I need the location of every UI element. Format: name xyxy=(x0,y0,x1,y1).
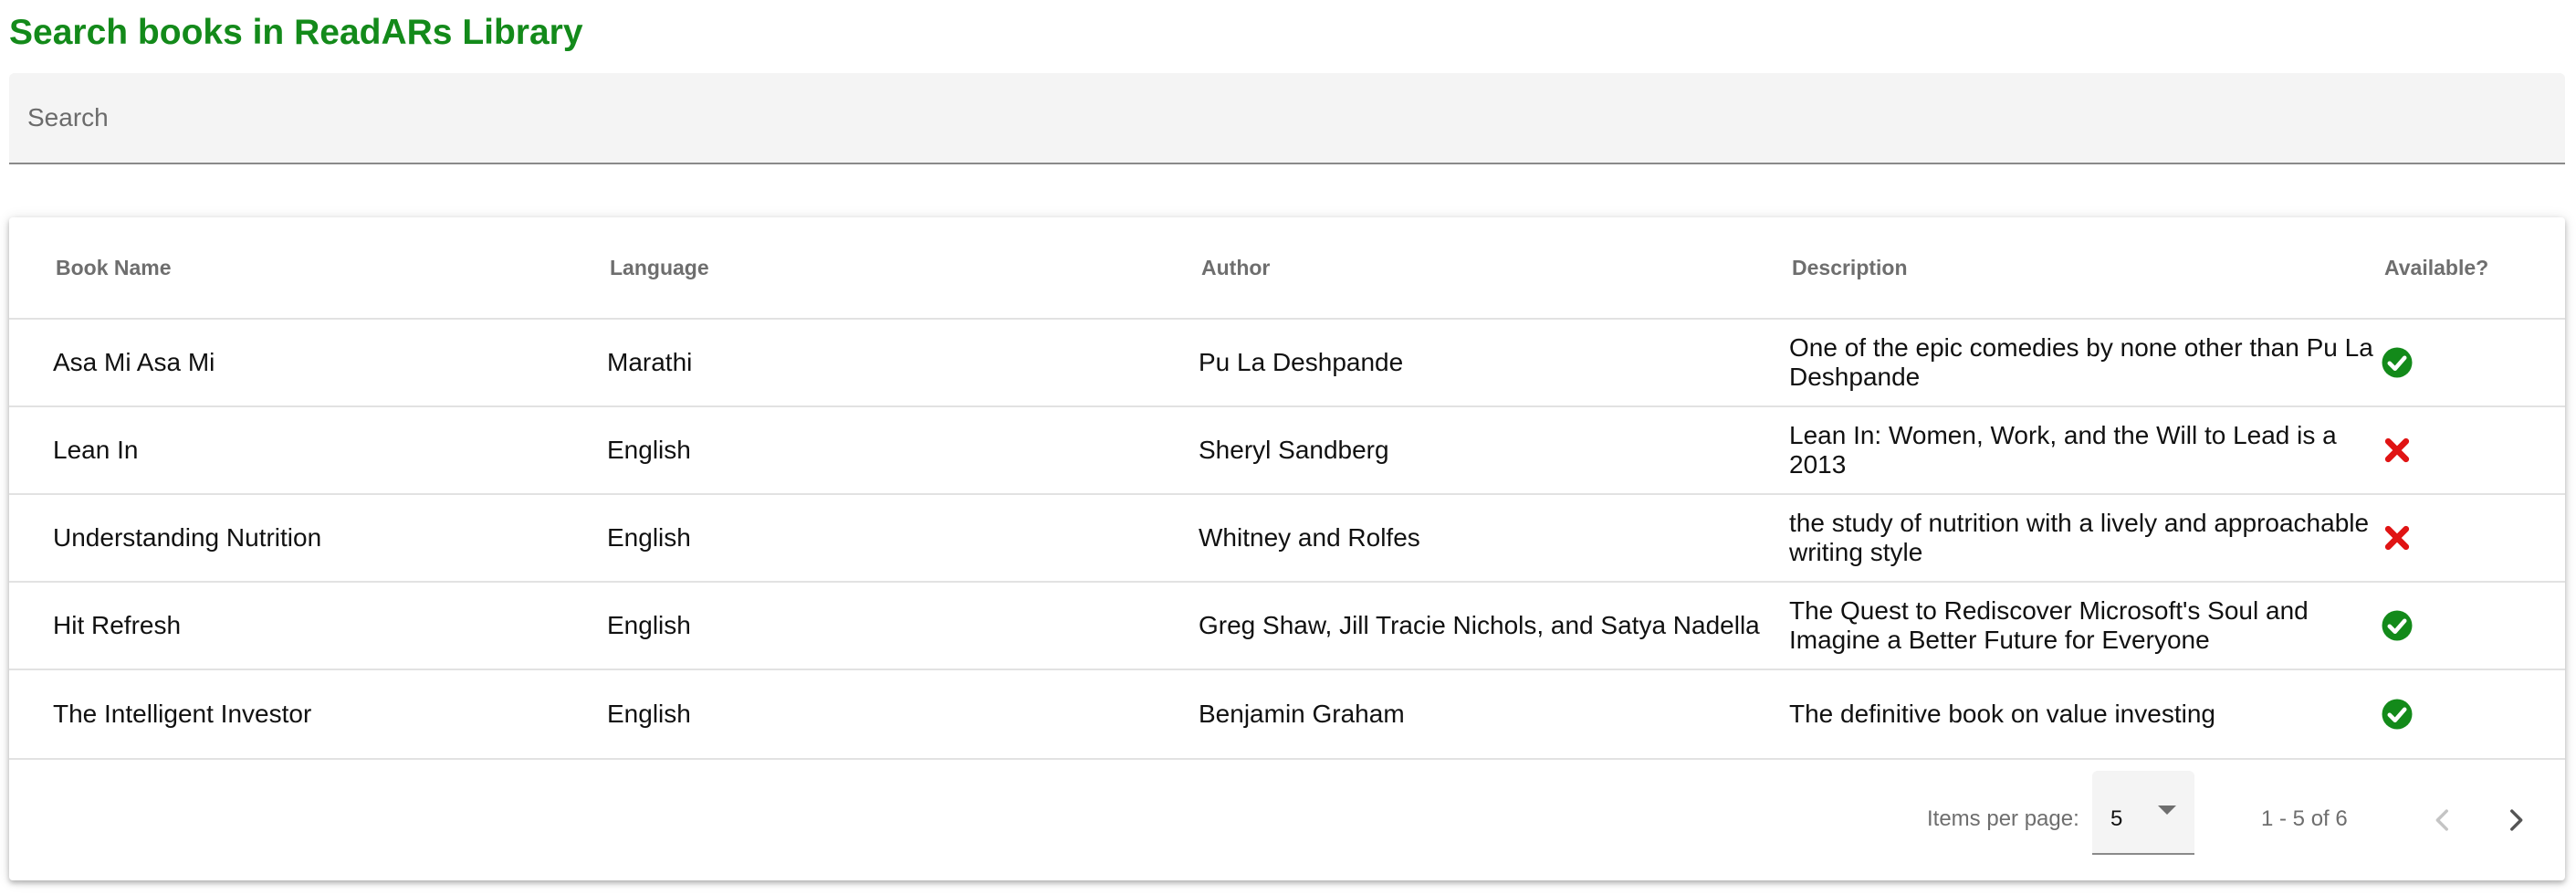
author-cell: Whitney and Rolfes xyxy=(1199,523,1420,552)
author-cell: Pu La Deshpande xyxy=(1199,348,1404,376)
availability-cell xyxy=(2381,320,2563,405)
table-row[interactable]: Lean In English Sheryl Sandberg Lean In:… xyxy=(9,407,2565,495)
book-name-cell: The Intelligent Investor xyxy=(53,700,312,728)
language-cell: Marathi xyxy=(607,348,693,376)
availability-cell xyxy=(2381,495,2563,581)
description-cell: One of the epic comedies by none other t… xyxy=(1789,333,2373,391)
check-circle-icon xyxy=(2382,610,2413,641)
book-name-cell: Hit Refresh xyxy=(53,611,182,639)
page: Search books in ReadARs Library Book Nam… xyxy=(0,0,2576,895)
author-cell: Benjamin Graham xyxy=(1199,700,1405,728)
column-header-description[interactable]: Description xyxy=(1792,217,2390,318)
items-per-page-select[interactable]: 5 xyxy=(2092,771,2194,855)
availability-cell xyxy=(2381,670,2563,758)
availability-cell xyxy=(2381,583,2563,669)
chevron-right-icon xyxy=(2510,809,2523,831)
description-cell: The definitive book on value investing xyxy=(1789,700,2215,728)
check-circle-icon xyxy=(2382,699,2413,730)
close-x-icon xyxy=(2384,437,2410,463)
items-per-page-label: Items per page: xyxy=(1927,806,2079,831)
page-range-label: 1 - 5 of 6 xyxy=(2261,806,2348,831)
table-row[interactable]: Understanding Nutrition English Whitney … xyxy=(9,495,2565,583)
page-title: Search books in ReadARs Library xyxy=(9,13,583,52)
book-name-cell: Asa Mi Asa Mi xyxy=(53,348,215,376)
check-circle-icon xyxy=(2382,347,2413,378)
column-header-available[interactable]: Available? xyxy=(2384,217,2567,318)
search-field[interactable] xyxy=(9,73,2565,164)
previous-page-button[interactable] xyxy=(2419,796,2466,844)
book-name-cell: Lean In xyxy=(53,436,139,464)
author-cell: Greg Shaw, Jill Tracie Nichols, and Saty… xyxy=(1199,611,1760,639)
column-header-book-name[interactable]: Book Name xyxy=(56,217,603,318)
search-input[interactable] xyxy=(27,73,2529,163)
books-table: Book Name Language Author Description Av… xyxy=(9,217,2565,880)
paginator: Items per page: 5 1 - 5 of 6 xyxy=(9,760,2565,880)
language-cell: English xyxy=(607,700,691,728)
description-cell: Lean In: Women, Work, and the Will to Le… xyxy=(1789,421,2337,479)
book-name-cell: Understanding Nutrition xyxy=(53,523,322,552)
availability-cell xyxy=(2381,407,2563,493)
next-page-button[interactable] xyxy=(2492,796,2539,844)
language-cell: English xyxy=(607,523,691,552)
close-x-icon xyxy=(2384,525,2410,551)
column-header-author[interactable]: Author xyxy=(1201,217,1785,318)
table-row[interactable]: Hit Refresh English Greg Shaw, Jill Trac… xyxy=(9,583,2565,670)
column-header-language[interactable]: Language xyxy=(610,217,1194,318)
items-per-page-value: 5 xyxy=(2110,806,2123,831)
language-cell: English xyxy=(607,611,691,639)
table-header-row: Book Name Language Author Description Av… xyxy=(9,217,2565,320)
table-row[interactable]: Asa Mi Asa Mi Marathi Pu La Deshpande On… xyxy=(9,320,2565,407)
author-cell: Sheryl Sandberg xyxy=(1199,436,1389,464)
description-cell: the study of nutrition with a lively and… xyxy=(1789,509,2370,566)
chevron-left-icon xyxy=(2435,809,2448,831)
table-row[interactable]: The Intelligent Investor English Benjami… xyxy=(9,670,2565,760)
language-cell: English xyxy=(607,436,691,464)
description-cell: The Quest to Rediscover Microsoft's Soul… xyxy=(1789,596,2309,654)
dropdown-arrow-icon xyxy=(2158,806,2176,815)
